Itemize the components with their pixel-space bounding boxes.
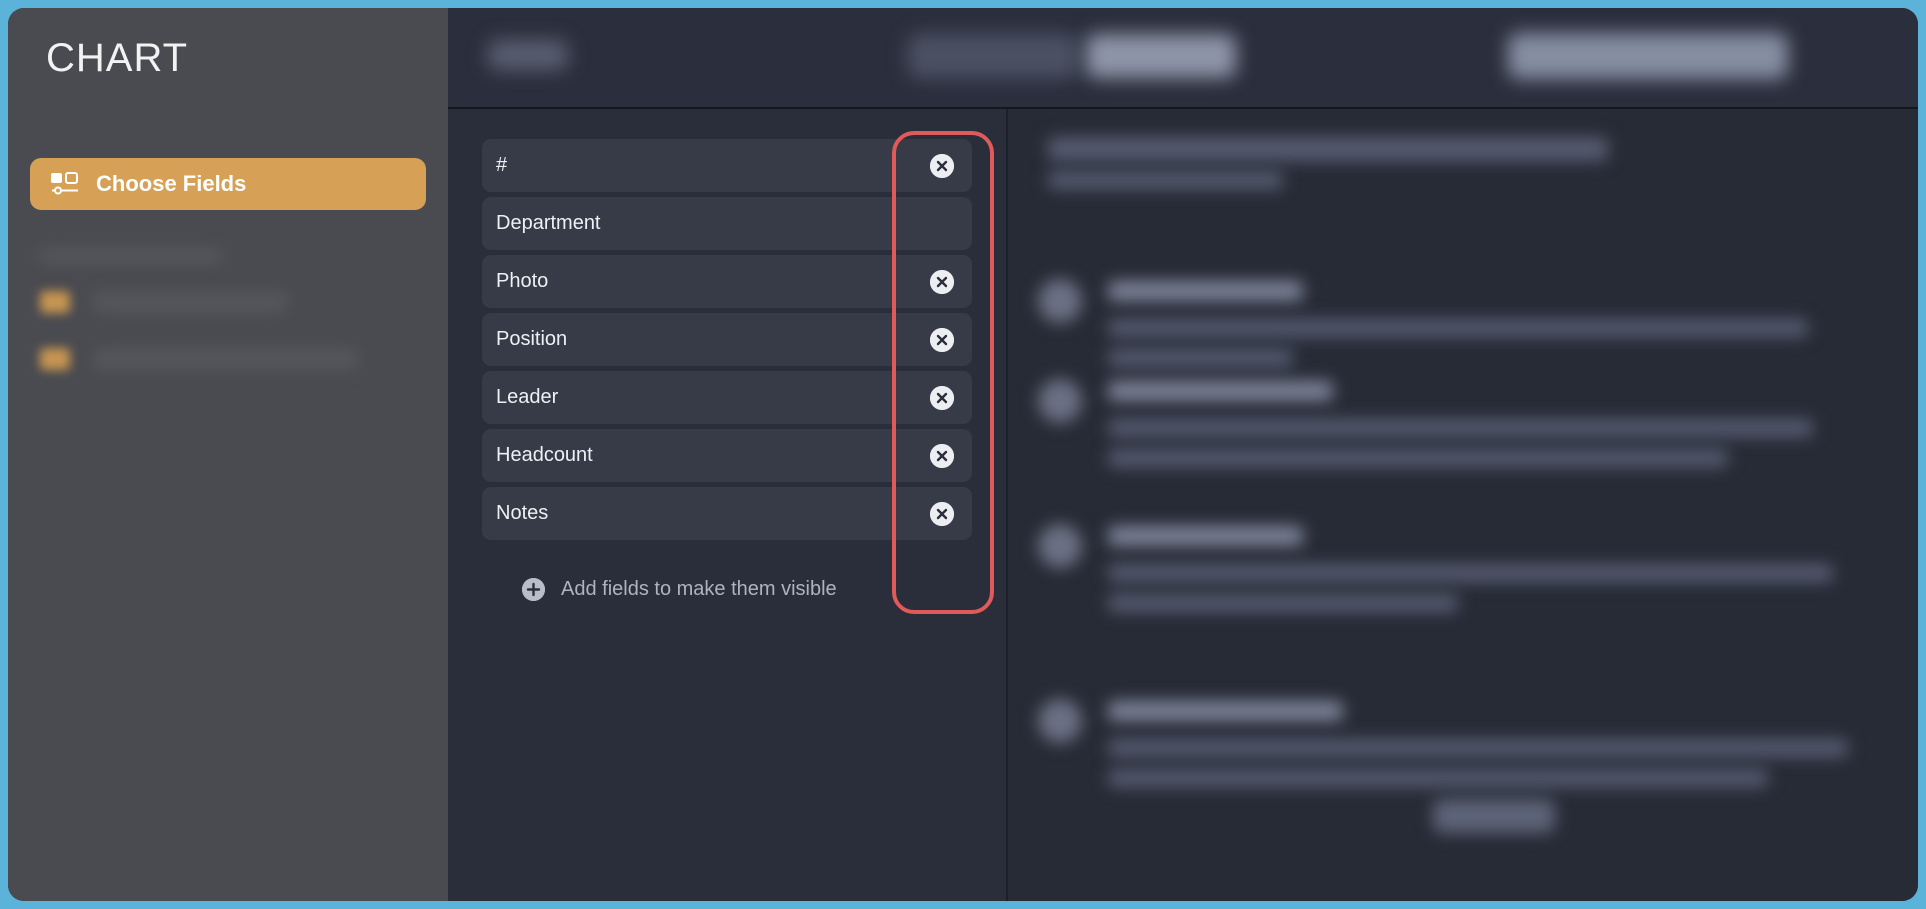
app-title: CHART — [46, 36, 189, 80]
field-row[interactable]: Headcount — [482, 429, 972, 482]
sidebar-blurred-bullet-1 — [40, 291, 70, 313]
detail-blurred-subheader — [1048, 171, 1283, 189]
close-circle-icon[interactable] — [930, 153, 954, 178]
list-item-body — [1108, 594, 1458, 612]
field-label: # — [496, 154, 508, 176]
list-item-body — [1108, 419, 1813, 437]
choose-fields-label: Choose Fields — [96, 171, 247, 196]
sidebar-blurred-item-1[interactable] — [93, 291, 288, 313]
field-label: Leader — [496, 386, 559, 408]
list-item-title — [1108, 526, 1303, 546]
field-row[interactable]: Leader — [482, 371, 972, 424]
close-circle-icon[interactable] — [930, 385, 954, 410]
list-item-body — [1108, 564, 1833, 582]
fields-layout-icon — [50, 172, 80, 196]
close-circle-icon[interactable] — [930, 501, 954, 526]
header-segment-left[interactable] — [908, 34, 1078, 78]
add-fields-button[interactable]: Add fields to make them visible — [482, 578, 972, 601]
field-row[interactable]: Notes — [482, 487, 972, 540]
list-item-body — [1108, 449, 1728, 467]
field-row[interactable]: # — [482, 139, 972, 192]
sidebar-blurred-heading — [38, 248, 223, 264]
detail-blurred-header — [1048, 137, 1608, 161]
field-label: Photo — [496, 270, 549, 292]
header-primary-action[interactable] — [1508, 33, 1788, 79]
choose-fields-button[interactable]: Choose Fields — [30, 158, 426, 210]
list-item-avatar — [1038, 699, 1082, 743]
close-circle-icon[interactable] — [930, 269, 954, 294]
list-item-body — [1108, 739, 1848, 757]
list-item-body — [1108, 349, 1293, 367]
list-item-title — [1108, 281, 1303, 301]
plus-circle-icon — [522, 578, 545, 601]
list-item-body — [1108, 769, 1768, 787]
field-row[interactable]: Department — [482, 197, 972, 250]
sidebar-blurred-item-2[interactable] — [93, 348, 358, 370]
app-window: CHART Choose Fields # Department Photo P… — [8, 8, 1918, 901]
list-item-avatar — [1038, 279, 1082, 323]
top-header — [448, 8, 1918, 109]
field-label: Department — [496, 212, 601, 234]
field-label: Position — [496, 328, 568, 350]
field-row[interactable]: Photo — [482, 255, 972, 308]
list-item-body — [1108, 319, 1808, 337]
fields-panel: # Department Photo Position Leader Headc… — [448, 109, 1008, 901]
close-circle-icon[interactable] — [930, 443, 954, 468]
field-label: Notes — [496, 502, 549, 524]
field-row[interactable]: Position — [482, 313, 972, 366]
header-left-button[interactable] — [488, 40, 568, 70]
header-segment-right[interactable] — [1086, 34, 1236, 78]
detail-panel — [1008, 109, 1918, 901]
list-item-title — [1108, 701, 1343, 721]
sidebar: CHART Choose Fields — [8, 8, 448, 901]
list-item-title — [1108, 381, 1333, 401]
sidebar-blurred-bullet-2 — [40, 348, 70, 370]
detail-blurred-action-button[interactable] — [1433, 799, 1555, 833]
field-label: Headcount — [496, 444, 593, 466]
add-fields-label: Add fields to make them visible — [561, 578, 837, 600]
main-area: # Department Photo Position Leader Headc… — [448, 8, 1918, 901]
list-item-avatar — [1038, 524, 1082, 568]
body-area: # Department Photo Position Leader Headc… — [448, 109, 1918, 901]
list-item-avatar — [1038, 379, 1082, 423]
close-circle-icon[interactable] — [930, 327, 954, 352]
